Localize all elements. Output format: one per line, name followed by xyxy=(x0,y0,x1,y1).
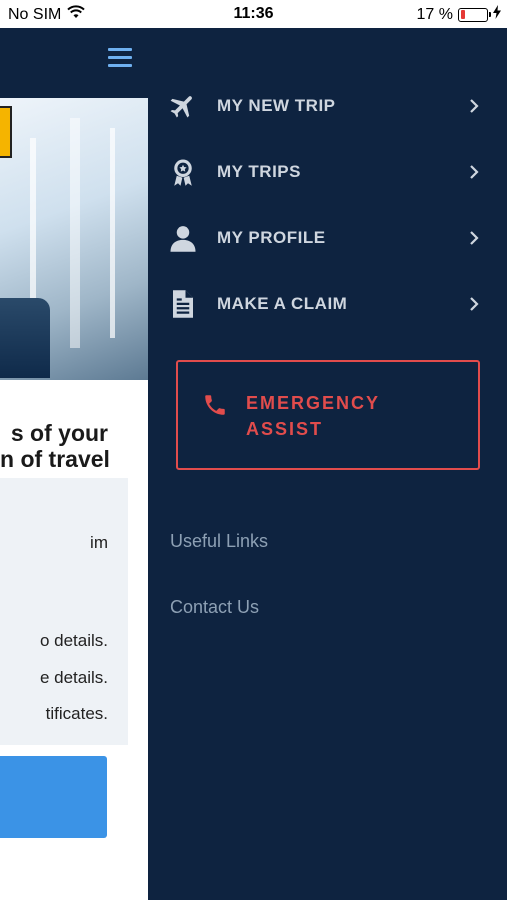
side-drawer: MY NEW TRIP MY TRIPS MY PROFILE MAKE A C… xyxy=(148,28,507,900)
background-page: s of your n of travel im o details. e de… xyxy=(0,28,148,900)
menu-item-my-trips[interactable]: MY TRIPS xyxy=(148,139,507,205)
emergency-assist-button[interactable]: EMERGENCY ASSIST xyxy=(176,360,480,470)
emergency-label-line-1: EMERGENCY xyxy=(246,393,381,413)
emergency-label-line-2: ASSIST xyxy=(246,419,324,439)
charging-bolt-icon xyxy=(493,5,501,24)
chevron-right-icon xyxy=(468,296,480,312)
useful-links-link[interactable]: Useful Links xyxy=(170,531,268,552)
chevron-right-icon xyxy=(468,164,480,180)
menu-item-make-a-claim[interactable]: MAKE A CLAIM xyxy=(148,271,507,337)
menu-label: MY PROFILE xyxy=(217,228,326,247)
user-icon xyxy=(168,223,198,253)
sign-graphic xyxy=(0,106,12,158)
phone-icon xyxy=(202,392,228,418)
escalator-graphic xyxy=(0,298,50,378)
award-badge-icon xyxy=(168,157,198,187)
background-header xyxy=(0,28,148,98)
hero-heading-line-1: s of your xyxy=(10,420,108,446)
status-bar: No SIM 11:36 17 % xyxy=(0,0,507,28)
chevron-right-icon xyxy=(468,230,480,246)
hero-heading: s of your n of travel xyxy=(0,420,148,472)
hero-image xyxy=(0,98,148,380)
menu-label: MY TRIPS xyxy=(217,162,301,181)
info-line: e details. xyxy=(39,668,108,687)
battery-icon xyxy=(458,7,491,22)
hero-heading-line-2: n of travel xyxy=(0,446,110,472)
hamburger-menu-icon[interactable] xyxy=(108,48,132,72)
airplane-icon xyxy=(168,91,198,121)
contact-us-link[interactable]: Contact Us xyxy=(170,597,259,618)
info-line: tificates. xyxy=(45,704,108,723)
info-line: im xyxy=(90,533,108,552)
battery-percent: 17 % xyxy=(416,5,453,23)
menu-label: MY NEW TRIP xyxy=(217,96,336,115)
menu-item-my-new-trip[interactable]: MY NEW TRIP xyxy=(148,73,507,139)
info-line: o details. xyxy=(39,631,108,650)
info-box: im o details. e details. tificates. xyxy=(0,478,128,745)
emergency-assist-label: EMERGENCY ASSIST xyxy=(246,390,446,442)
battery-fill xyxy=(460,10,465,19)
menu-label: MAKE A CLAIM xyxy=(217,294,348,313)
menu-item-my-profile[interactable]: MY PROFILE xyxy=(148,205,507,271)
app-screen: No SIM 11:36 17 % s of your n of travel … xyxy=(0,0,507,900)
primary-action-button[interactable] xyxy=(0,756,107,838)
battery-group: 17 % xyxy=(417,5,501,24)
document-icon xyxy=(168,289,198,319)
chevron-right-icon xyxy=(468,98,480,114)
